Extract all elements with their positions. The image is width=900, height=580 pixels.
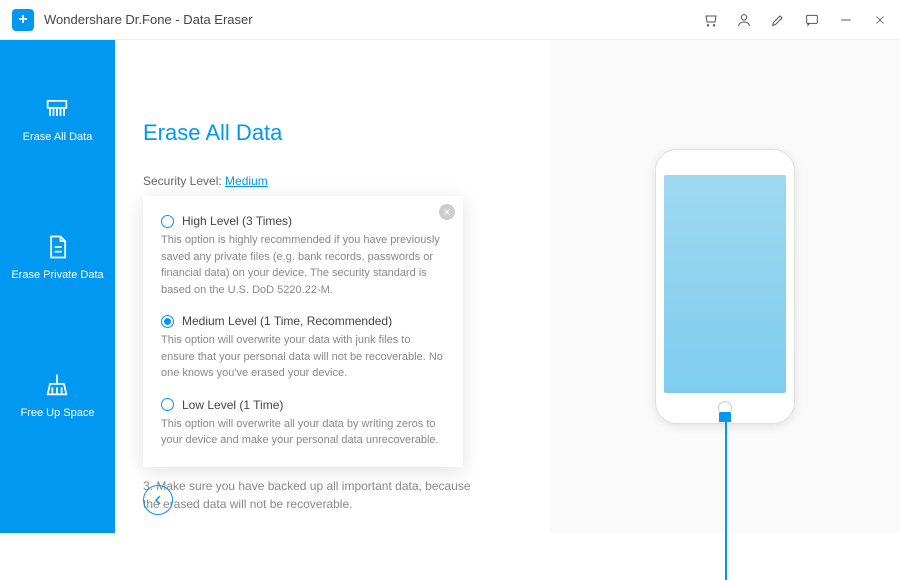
radio-icon (161, 398, 174, 411)
security-level-link[interactable]: Medium (225, 174, 268, 188)
option-high-head[interactable]: High Level (3 Times) (161, 214, 445, 228)
phone-screen (664, 175, 786, 393)
edit-icon[interactable] (770, 12, 786, 28)
cable (725, 420, 727, 580)
sidebar: Erase All Data Erase Private Data Free U… (0, 40, 115, 533)
titlebar: + Wondershare Dr.Fone - Data Eraser (0, 0, 900, 40)
sidebar-item-label: Free Up Space (21, 407, 95, 419)
option-desc: This option is highly recommended if you… (161, 232, 445, 298)
sidebar-item-free-space[interactable]: Free Up Space (21, 371, 95, 419)
option-medium: Medium Level (1 Time, Recommended) This … (161, 314, 445, 382)
option-title: Medium Level (1 Time, Recommended) (182, 314, 392, 328)
sidebar-item-label: Erase Private Data (11, 269, 103, 281)
close-icon[interactable] (872, 12, 888, 28)
instruction-text: 3. Make sure you have backed up all impo… (143, 477, 483, 513)
shredder-icon (43, 95, 71, 123)
sidebar-item-erase-private[interactable]: Erase Private Data (11, 233, 103, 281)
titlebar-actions (702, 12, 888, 28)
main-content: Erase All Data Security Level: Medium ✕ … (115, 40, 900, 533)
broom-icon (43, 371, 71, 399)
minimize-icon[interactable] (838, 12, 854, 28)
arrow-left-icon (150, 492, 166, 508)
phone-illustration (655, 149, 795, 424)
sidebar-item-label: Erase All Data (23, 131, 93, 143)
sidebar-item-erase-all[interactable]: Erase All Data (23, 95, 93, 143)
option-desc: This option will overwrite your data wit… (161, 332, 445, 382)
security-level-popup: ✕ High Level (3 Times) This option is hi… (143, 196, 463, 467)
device-preview (550, 40, 900, 533)
document-icon (43, 233, 71, 261)
option-low-head[interactable]: Low Level (1 Time) (161, 398, 445, 412)
option-high: High Level (3 Times) This option is high… (161, 214, 445, 298)
feedback-icon[interactable] (804, 12, 820, 28)
option-desc: This option will overwrite all your data… (161, 416, 445, 449)
popup-close-icon[interactable]: ✕ (439, 204, 455, 220)
app-logo-icon: + (12, 9, 34, 31)
option-low: Low Level (1 Time) This option will over… (161, 398, 445, 449)
user-icon[interactable] (736, 12, 752, 28)
radio-icon (161, 315, 174, 328)
app-title: Wondershare Dr.Fone - Data Eraser (44, 12, 702, 27)
back-button[interactable] (143, 485, 173, 515)
security-level-label: Security Level: (143, 174, 225, 188)
radio-icon (161, 215, 174, 228)
cart-icon[interactable] (702, 12, 718, 28)
option-medium-head[interactable]: Medium Level (1 Time, Recommended) (161, 314, 445, 328)
option-title: Low Level (1 Time) (182, 398, 283, 412)
option-title: High Level (3 Times) (182, 214, 292, 228)
